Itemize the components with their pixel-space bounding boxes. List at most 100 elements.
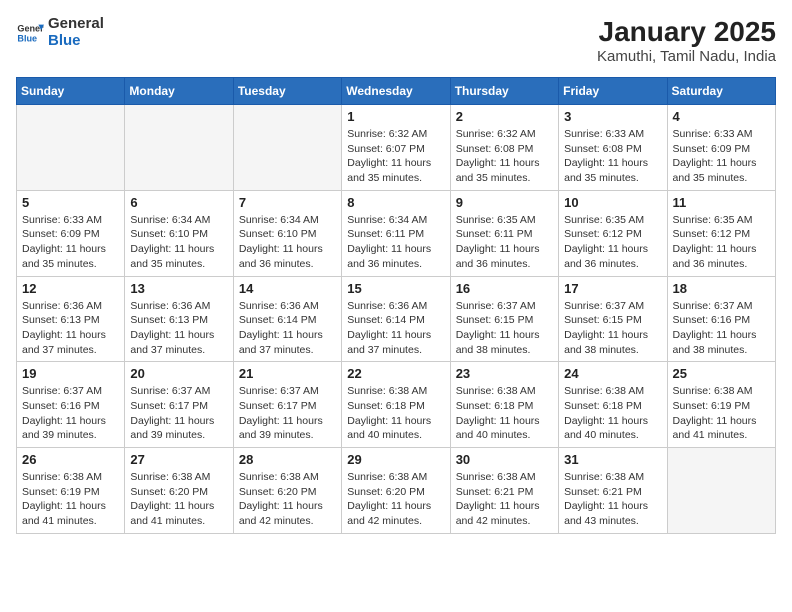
day-info: Sunrise: 6:38 AM Sunset: 6:18 PM Dayligh… — [456, 384, 553, 443]
week-row-4: 19 Sunrise: 6:37 AM Sunset: 6:16 PM Dayli… — [17, 362, 776, 448]
calendar-cell: 25 Sunrise: 6:38 AM Sunset: 6:19 PM Dayli… — [667, 362, 775, 448]
day-info: Sunrise: 6:38 AM Sunset: 6:19 PM Dayligh… — [673, 384, 770, 443]
day-number: 11 — [673, 195, 770, 210]
location-title: Kamuthi, Tamil Nadu, India — [597, 48, 776, 65]
month-title: January 2025 — [597, 16, 776, 48]
week-row-2: 5 Sunrise: 6:33 AM Sunset: 6:09 PM Daylig… — [17, 190, 776, 276]
calendar-cell: 2 Sunrise: 6:32 AM Sunset: 6:08 PM Daylig… — [450, 105, 558, 191]
svg-text:Blue: Blue — [17, 33, 37, 43]
day-info: Sunrise: 6:38 AM Sunset: 6:20 PM Dayligh… — [239, 470, 336, 529]
calendar-cell: 3 Sunrise: 6:33 AM Sunset: 6:08 PM Daylig… — [559, 105, 667, 191]
calendar-cell: 30 Sunrise: 6:38 AM Sunset: 6:21 PM Dayli… — [450, 448, 558, 534]
week-row-3: 12 Sunrise: 6:36 AM Sunset: 6:13 PM Dayli… — [17, 276, 776, 362]
calendar-cell: 15 Sunrise: 6:36 AM Sunset: 6:14 PM Dayli… — [342, 276, 450, 362]
day-number: 1 — [347, 109, 444, 124]
calendar-cell: 12 Sunrise: 6:36 AM Sunset: 6:13 PM Dayli… — [17, 276, 125, 362]
calendar-cell — [233, 105, 341, 191]
day-info: Sunrise: 6:34 AM Sunset: 6:10 PM Dayligh… — [130, 213, 227, 272]
calendar-cell: 29 Sunrise: 6:38 AM Sunset: 6:20 PM Dayli… — [342, 448, 450, 534]
day-info: Sunrise: 6:36 AM Sunset: 6:14 PM Dayligh… — [239, 299, 336, 358]
day-number: 18 — [673, 281, 770, 296]
calendar-cell — [125, 105, 233, 191]
calendar-cell: 1Sunrise: 6:32 AM Sunset: 6:07 PM Daylig… — [342, 105, 450, 191]
logo: General Blue General Blue — [16, 16, 104, 49]
day-info: Sunrise: 6:33 AM Sunset: 6:09 PM Dayligh… — [22, 213, 119, 272]
weekday-header-monday: Monday — [125, 78, 233, 105]
day-number: 29 — [347, 452, 444, 467]
day-number: 30 — [456, 452, 553, 467]
calendar-table: SundayMondayTuesdayWednesdayThursdayFrid… — [16, 77, 776, 534]
day-info: Sunrise: 6:33 AM Sunset: 6:08 PM Dayligh… — [564, 127, 661, 186]
day-number: 28 — [239, 452, 336, 467]
day-number: 4 — [673, 109, 770, 124]
weekday-header-thursday: Thursday — [450, 78, 558, 105]
day-number: 12 — [22, 281, 119, 296]
day-info: Sunrise: 6:38 AM Sunset: 6:18 PM Dayligh… — [347, 384, 444, 443]
calendar-cell: 26 Sunrise: 6:38 AM Sunset: 6:19 PM Dayli… — [17, 448, 125, 534]
day-number: 19 — [22, 366, 119, 381]
day-number: 24 — [564, 366, 661, 381]
logo-blue: Blue — [48, 33, 104, 50]
day-number: 17 — [564, 281, 661, 296]
day-number: 13 — [130, 281, 227, 296]
day-info: Sunrise: 6:38 AM Sunset: 6:21 PM Dayligh… — [456, 470, 553, 529]
day-info: Sunrise: 6:37 AM Sunset: 6:17 PM Dayligh… — [239, 384, 336, 443]
calendar-cell: 16 Sunrise: 6:37 AM Sunset: 6:15 PM Dayli… — [450, 276, 558, 362]
week-row-5: 26 Sunrise: 6:38 AM Sunset: 6:19 PM Dayli… — [17, 448, 776, 534]
calendar-cell — [17, 105, 125, 191]
calendar-cell: 17 Sunrise: 6:37 AM Sunset: 6:15 PM Dayli… — [559, 276, 667, 362]
day-number: 21 — [239, 366, 336, 381]
calendar-cell: 19 Sunrise: 6:37 AM Sunset: 6:16 PM Dayli… — [17, 362, 125, 448]
day-number: 27 — [130, 452, 227, 467]
day-number: 22 — [347, 366, 444, 381]
day-number: 31 — [564, 452, 661, 467]
day-number: 15 — [347, 281, 444, 296]
day-number: 9 — [456, 195, 553, 210]
day-number: 2 — [456, 109, 553, 124]
day-number: 8 — [347, 195, 444, 210]
day-number: 6 — [130, 195, 227, 210]
day-info: Sunrise: 6:37 AM Sunset: 6:16 PM Dayligh… — [22, 384, 119, 443]
day-number: 7 — [239, 195, 336, 210]
day-info: Sunrise: 6:38 AM Sunset: 6:19 PM Dayligh… — [22, 470, 119, 529]
day-number: 5 — [22, 195, 119, 210]
day-info: Sunrise: 6:36 AM Sunset: 6:13 PM Dayligh… — [22, 299, 119, 358]
day-info: Sunrise: 6:37 AM Sunset: 6:15 PM Dayligh… — [456, 299, 553, 358]
calendar-cell: 11 Sunrise: 6:35 AM Sunset: 6:12 PM Dayli… — [667, 190, 775, 276]
calendar-cell: 20Sunrise: 6:37 AM Sunset: 6:17 PM Dayli… — [125, 362, 233, 448]
calendar-cell: 8 Sunrise: 6:34 AM Sunset: 6:11 PM Daylig… — [342, 190, 450, 276]
weekday-header-saturday: Saturday — [667, 78, 775, 105]
day-number: 26 — [22, 452, 119, 467]
calendar-cell: 31 Sunrise: 6:38 AM Sunset: 6:21 PM Dayli… — [559, 448, 667, 534]
day-info: Sunrise: 6:35 AM Sunset: 6:12 PM Dayligh… — [673, 213, 770, 272]
day-number: 16 — [456, 281, 553, 296]
logo-icon: General Blue — [16, 19, 44, 47]
calendar-cell — [667, 448, 775, 534]
day-info: Sunrise: 6:37 AM Sunset: 6:17 PM Dayligh… — [130, 384, 227, 443]
day-number: 3 — [564, 109, 661, 124]
calendar-cell: 10Sunrise: 6:35 AM Sunset: 6:12 PM Dayli… — [559, 190, 667, 276]
page-header: General Blue General Blue January 2025 K… — [16, 16, 776, 65]
day-info: Sunrise: 6:36 AM Sunset: 6:13 PM Dayligh… — [130, 299, 227, 358]
day-info: Sunrise: 6:32 AM Sunset: 6:08 PM Dayligh… — [456, 127, 553, 186]
calendar-cell: 13 Sunrise: 6:36 AM Sunset: 6:13 PM Dayli… — [125, 276, 233, 362]
weekday-header-tuesday: Tuesday — [233, 78, 341, 105]
day-info: Sunrise: 6:38 AM Sunset: 6:21 PM Dayligh… — [564, 470, 661, 529]
calendar-cell: 23Sunrise: 6:38 AM Sunset: 6:18 PM Dayli… — [450, 362, 558, 448]
calendar-cell: 6 Sunrise: 6:34 AM Sunset: 6:10 PM Daylig… — [125, 190, 233, 276]
day-info: Sunrise: 6:34 AM Sunset: 6:11 PM Dayligh… — [347, 213, 444, 272]
calendar-cell: 18Sunrise: 6:37 AM Sunset: 6:16 PM Dayli… — [667, 276, 775, 362]
weekday-header-sunday: Sunday — [17, 78, 125, 105]
calendar-cell: 27Sunrise: 6:38 AM Sunset: 6:20 PM Dayli… — [125, 448, 233, 534]
title-block: January 2025 Kamuthi, Tamil Nadu, India — [597, 16, 776, 65]
weekday-header-friday: Friday — [559, 78, 667, 105]
day-info: Sunrise: 6:38 AM Sunset: 6:18 PM Dayligh… — [564, 384, 661, 443]
day-info: Sunrise: 6:38 AM Sunset: 6:20 PM Dayligh… — [347, 470, 444, 529]
day-info: Sunrise: 6:36 AM Sunset: 6:14 PM Dayligh… — [347, 299, 444, 358]
day-info: Sunrise: 6:34 AM Sunset: 6:10 PM Dayligh… — [239, 213, 336, 272]
calendar-cell: 28 Sunrise: 6:38 AM Sunset: 6:20 PM Dayli… — [233, 448, 341, 534]
day-info: Sunrise: 6:33 AM Sunset: 6:09 PM Dayligh… — [673, 127, 770, 186]
day-number: 25 — [673, 366, 770, 381]
day-info: Sunrise: 6:37 AM Sunset: 6:15 PM Dayligh… — [564, 299, 661, 358]
calendar-cell: 24 Sunrise: 6:38 AM Sunset: 6:18 PM Dayli… — [559, 362, 667, 448]
